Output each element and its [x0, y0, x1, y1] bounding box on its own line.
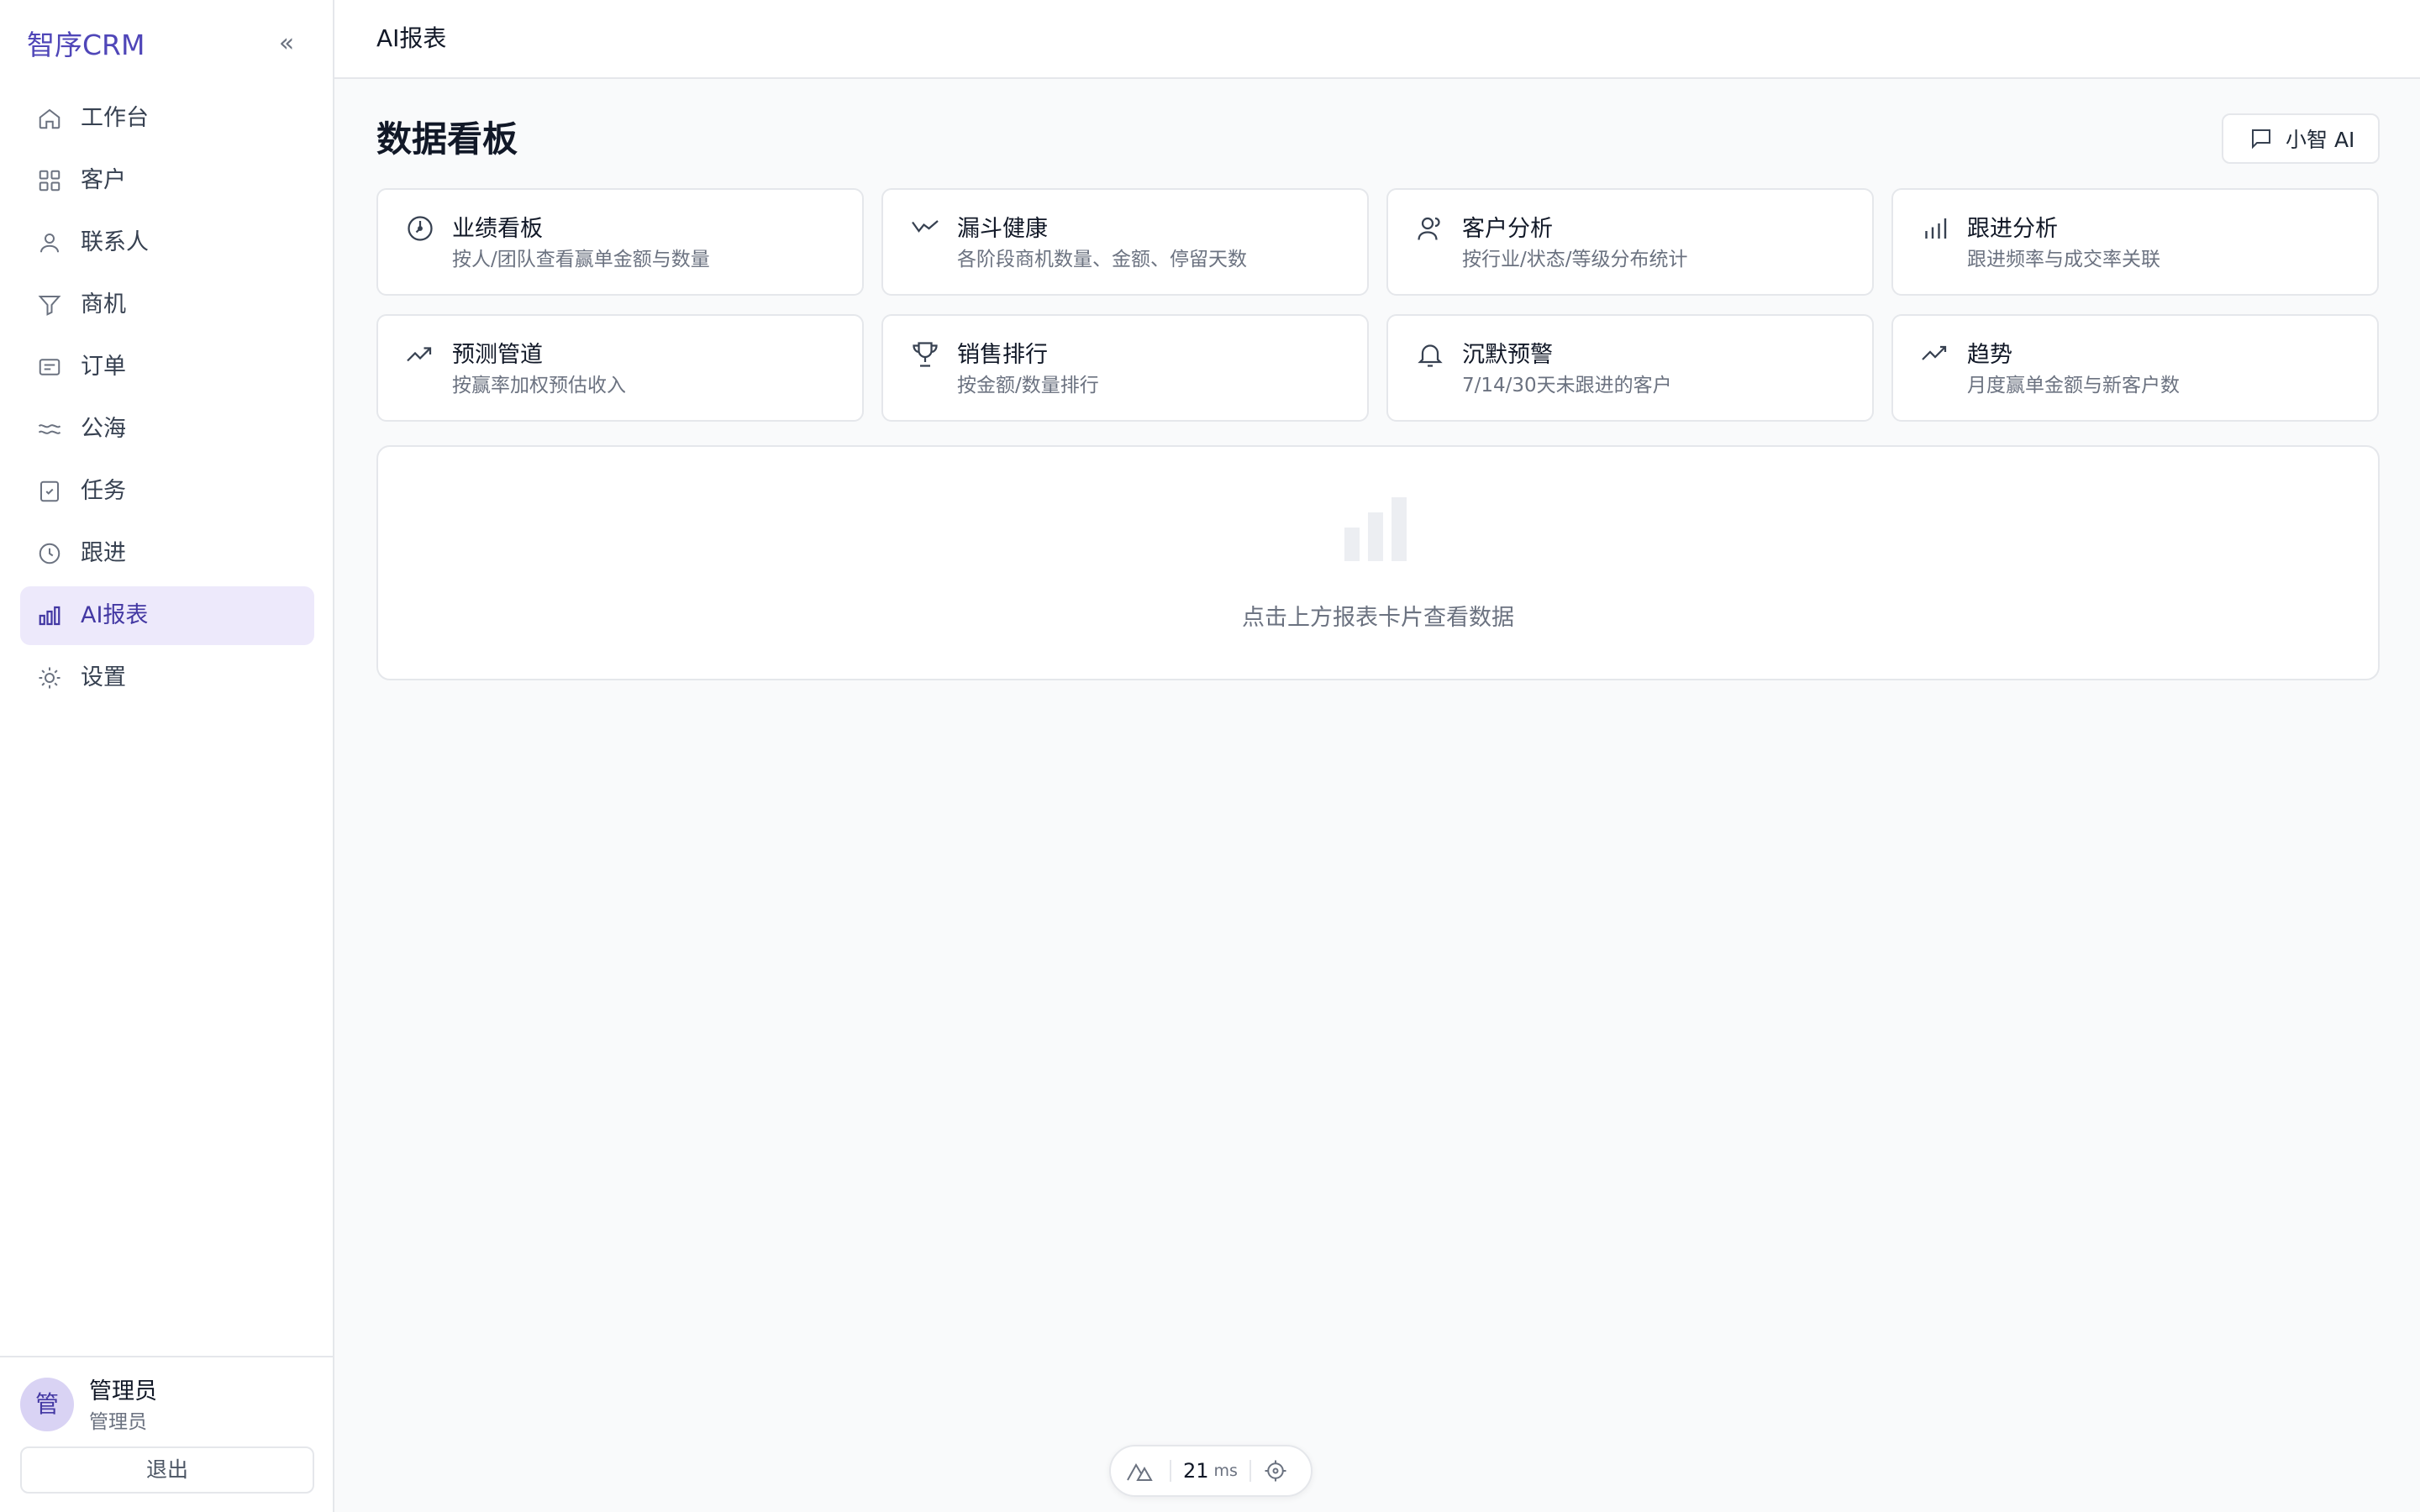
user-role: 管理员 [89, 1411, 147, 1433]
report-card-sales-ranking[interactable]: 销售排行 按金额/数量排行 [881, 314, 1369, 422]
sidebar-item-settings[interactable]: 设置 [20, 648, 314, 707]
sidebar-item-label: 订单 [81, 354, 126, 380]
top-bar: AI报表 [334, 0, 2420, 79]
report-card-silence-alert[interactable]: 沉默预警 7/14/30天未跟进的客户 [1386, 314, 1874, 422]
sidebar-item-orders[interactable]: 订单 [20, 338, 314, 396]
home-icon [37, 106, 62, 131]
report-card-trend[interactable]: 趋势 月度赢单金额与新客户数 [1891, 314, 2379, 422]
sun-gear-icon [37, 665, 62, 690]
empty-chart-icon [1344, 497, 1407, 561]
sidebar-item-label: 联系人 [81, 229, 149, 255]
funnel-icon [37, 292, 62, 318]
sidebar-item-followups[interactable]: 跟进 [20, 524, 314, 583]
brand-logo[interactable]: 智序CRM [27, 25, 145, 66]
report-card-followup-analysis[interactable]: 跟进分析 跟进频率与成交率关联 [1891, 188, 2379, 296]
receipt-icon [37, 354, 62, 380]
report-card-funnel-health[interactable]: 漏斗健康 各阶段商机数量、金额、停留天数 [881, 188, 1369, 296]
divider [1249, 1460, 1251, 1482]
crosshair-icon[interactable] [1263, 1458, 1288, 1483]
bell-icon [1415, 339, 1445, 370]
clock-icon [37, 541, 62, 566]
avatar[interactable]: 管 [20, 1378, 74, 1431]
report-empty-state: 点击上方报表卡片查看数据 [376, 445, 2380, 680]
card-title: 业绩看板 [452, 216, 543, 242]
report-card-forecast-pipeline[interactable]: 预测管道 按赢率加权预估收入 [376, 314, 864, 422]
card-desc: 跟进频率与成交率关联 [1967, 249, 2160, 270]
card-title: 销售排行 [957, 342, 1048, 368]
sidebar-item-label: 商机 [81, 291, 126, 318]
funnel-trend-icon [910, 213, 940, 244]
user-icon [37, 230, 62, 255]
sidebar-item-label: 跟进 [81, 540, 126, 566]
trophy-icon [910, 339, 940, 370]
report-card-customer-analysis[interactable]: 客户分析 按行业/状态/等级分布统计 [1386, 188, 1874, 296]
sidebar-item-label: 任务 [81, 478, 126, 504]
report-cards: 业绩看板 按人/团队查看赢单金额与数量 漏斗健康 各阶段商机数量、金额、停留天数… [376, 188, 2380, 422]
bar-chart-icon [37, 603, 62, 628]
sidebar-item-opportunities[interactable]: 商机 [20, 276, 314, 334]
sidebar-item-label: 设置 [81, 664, 126, 690]
sidebar: 智序CRM « 工作台 客户 联系人 商机 订单 公海 任务 跟进 AI报表 设… [0, 0, 334, 1512]
card-desc: 按人/团队查看赢单金额与数量 [452, 249, 710, 270]
card-desc: 月度赢单金额与新客户数 [1967, 375, 2180, 396]
ai-assistant-button[interactable]: 小智 AI [2222, 113, 2380, 164]
sidebar-item-ai-reports[interactable]: AI报表 [20, 586, 314, 645]
card-desc: 按金额/数量排行 [957, 375, 1099, 396]
card-title: 沉默预警 [1462, 342, 1553, 368]
chat-icon [2252, 129, 2270, 150]
card-desc: 按赢率加权预估收入 [452, 375, 626, 396]
card-title: 跟进分析 [1967, 216, 2058, 242]
divider [1170, 1460, 1171, 1482]
sidebar-nav: 工作台 客户 联系人 商机 订单 公海 任务 跟进 AI报表 设置 [20, 89, 314, 711]
checkbox-icon [37, 479, 62, 504]
card-desc: 各阶段商机数量、金额、停留天数 [957, 249, 1247, 270]
users-icon [1415, 213, 1445, 244]
card-desc: 按行业/状态/等级分布统计 [1462, 249, 1688, 270]
card-title: 趋势 [1967, 342, 2012, 368]
card-title: 客户分析 [1462, 216, 1553, 242]
card-title: 预测管道 [452, 342, 543, 368]
sidebar-item-label: 公海 [81, 416, 126, 442]
report-card-performance[interactable]: 业绩看板 按人/团队查看赢单金额与数量 [376, 188, 864, 296]
render-time-value: 21 [1183, 1459, 1209, 1483]
card-title: 漏斗健康 [957, 216, 1048, 242]
sidebar-item-label: AI报表 [81, 602, 149, 628]
user-panel: 管 管理员 管理员 退出 [0, 1356, 333, 1512]
waves-icon [37, 417, 62, 442]
ai-assistant-label: 小智 AI [2286, 128, 2355, 152]
empty-state-text: 点击上方报表卡片查看数据 [1242, 605, 1514, 631]
bar-chart-icon [1920, 213, 1950, 244]
sidebar-item-public-pool[interactable]: 公海 [20, 400, 314, 459]
logout-button[interactable]: 退出 [20, 1446, 314, 1494]
sidebar-item-customers[interactable]: 客户 [20, 151, 314, 210]
sidebar-item-contacts[interactable]: 联系人 [20, 213, 314, 272]
trend-line-icon [1920, 339, 1950, 370]
user-name: 管理员 [89, 1378, 157, 1404]
sidebar-item-label: 客户 [81, 167, 126, 193]
nuxt-logo-icon [1127, 1463, 1153, 1481]
grid-icon [37, 168, 62, 193]
sidebar-item-tasks[interactable]: 任务 [20, 462, 314, 521]
sidebar-item-workbench[interactable]: 工作台 [20, 89, 314, 148]
gauge-icon [405, 213, 435, 244]
breadcrumb: AI报表 [376, 24, 447, 52]
collapse-sidebar-button[interactable]: « [274, 27, 299, 60]
render-time-unit: ms [1213, 1462, 1238, 1480]
page-title: 数据看板 [376, 118, 518, 160]
dev-toolbar[interactable]: 21 ms [1109, 1445, 1313, 1497]
card-desc: 7/14/30天未跟进的客户 [1462, 375, 1672, 396]
sidebar-item-label: 工作台 [81, 105, 149, 131]
trend-up-icon [405, 339, 435, 370]
